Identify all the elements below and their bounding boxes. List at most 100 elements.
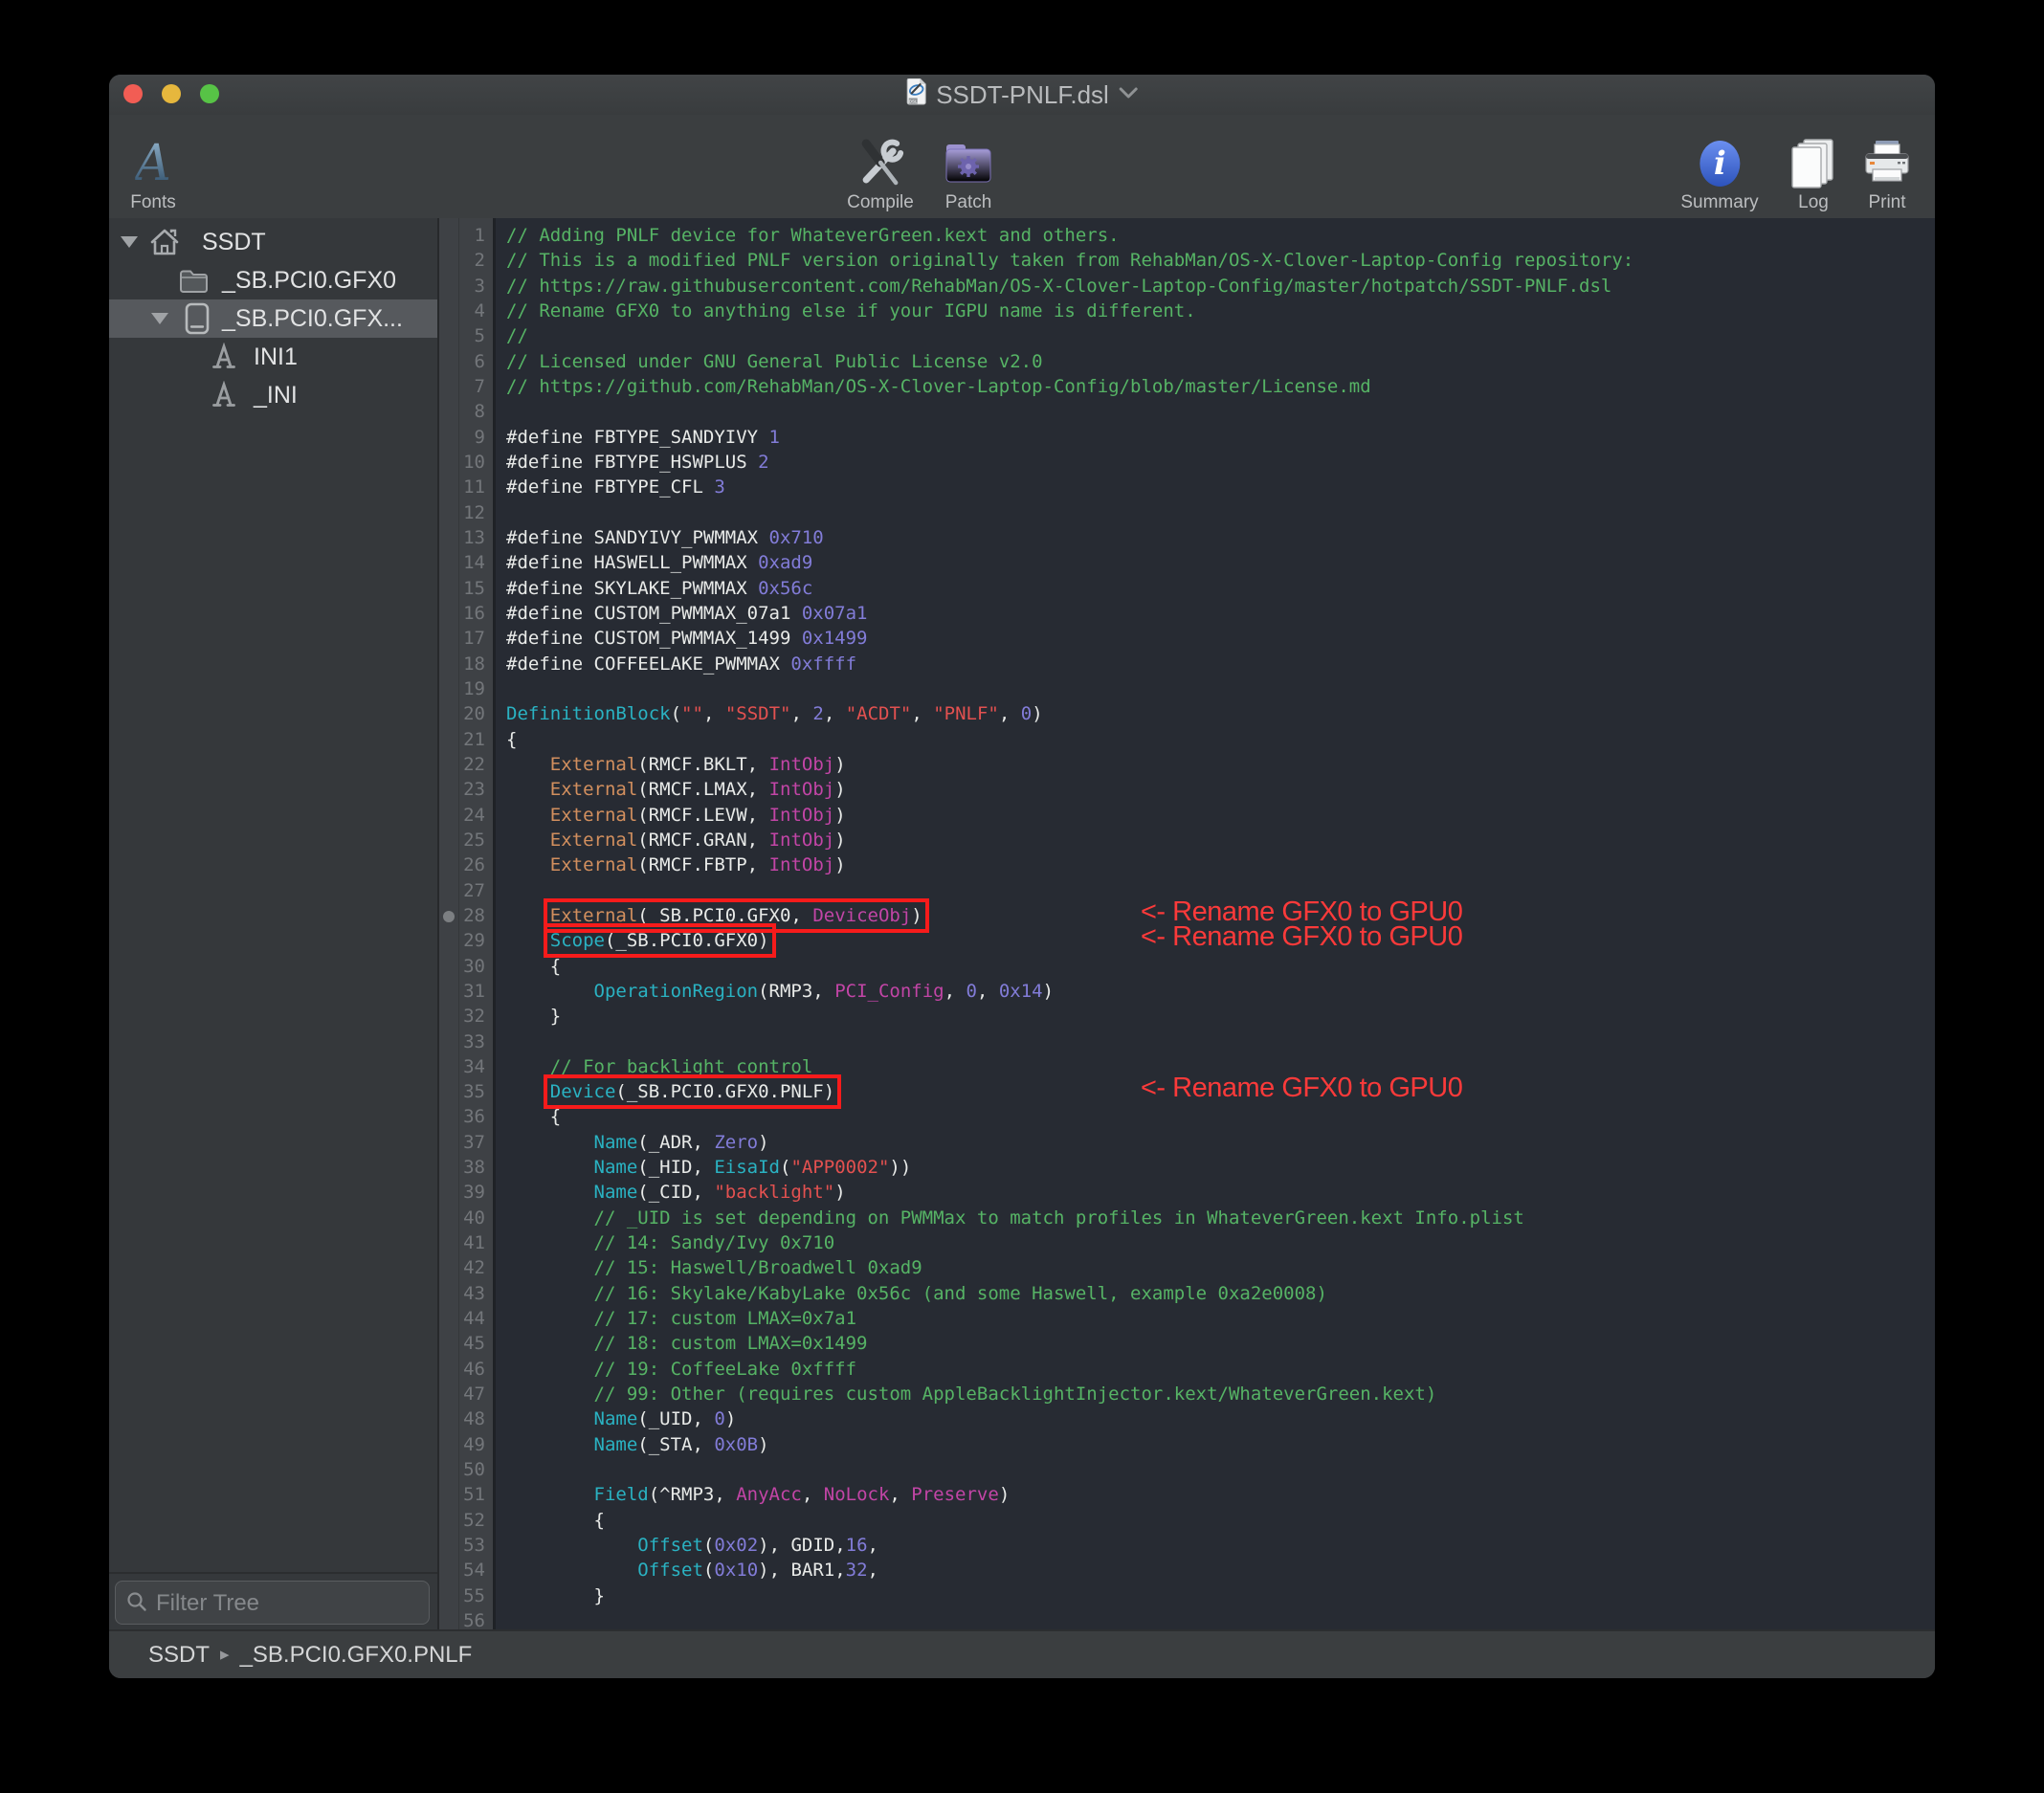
line-content[interactable]: External(RMCF.LMAX, IntObj) — [485, 777, 1935, 802]
tree-row-ini[interactable]: _INI — [109, 376, 437, 414]
code-line[interactable]: 51 Field(^RMP3, AnyAcc, NoLock, Preserve… — [439, 1482, 1935, 1507]
line-content[interactable]: Scope(_SB.PCI0.GFX0)<- Rename GFX0 to GP… — [485, 928, 1935, 953]
tree-row-scope-gfx0[interactable]: _SB.PCI0.GFX0 — [109, 261, 437, 299]
code-line[interactable]: 2// This is a modified PNLF version orig… — [439, 248, 1935, 273]
code-line[interactable]: 39 Name(_CID, "backlight") — [439, 1180, 1935, 1205]
line-content[interactable]: DefinitionBlock("", "SSDT", 2, "ACDT", "… — [485, 701, 1935, 726]
tree-row-ssdt[interactable]: SSDT — [109, 223, 437, 261]
code-line[interactable]: 38 Name(_HID, EisaId("APP0002")) — [439, 1155, 1935, 1180]
line-content[interactable]: #define HASWELL_PWMMAX 0xad9 — [485, 550, 1935, 575]
line-content[interactable]: #define FBTYPE_HSWPLUS 2 — [485, 450, 1935, 475]
code-line[interactable]: 6// Licensed under GNU General Public Li… — [439, 349, 1935, 374]
line-content[interactable] — [485, 676, 1935, 701]
code-line[interactable]: 18#define COFFEELAKE_PWMMAX 0xffff — [439, 652, 1935, 676]
tree-row-ini1[interactable]: INI1 — [109, 338, 437, 376]
line-content[interactable]: Name(_ADR, Zero) — [485, 1130, 1935, 1155]
code-line[interactable]: 36 { — [439, 1104, 1935, 1129]
code-line[interactable]: 35 Device(_SB.PCI0.GFX0.PNLF)<- Rename G… — [439, 1079, 1935, 1104]
code-line[interactable]: 45 // 18: custom LMAX=0x1499 — [439, 1331, 1935, 1356]
line-content[interactable]: // — [485, 323, 1935, 348]
line-content[interactable]: // 16: Skylake/KabyLake 0x56c (and some … — [485, 1281, 1935, 1306]
code-line[interactable]: 5// — [439, 323, 1935, 348]
code-line[interactable]: 20DefinitionBlock("", "SSDT", 2, "ACDT",… — [439, 701, 1935, 726]
fonts-button[interactable]: A Fonts — [124, 115, 182, 218]
code-line[interactable]: 29 Scope(_SB.PCI0.GFX0)<- Rename GFX0 to… — [439, 928, 1935, 953]
line-content[interactable]: Name(_UID, 0) — [485, 1406, 1935, 1431]
line-content[interactable]: #define SANDYIVY_PWMMAX 0x710 — [485, 525, 1935, 550]
code-line[interactable]: 56 — [439, 1608, 1935, 1631]
print-button[interactable]: Print — [1856, 115, 1918, 218]
code-line[interactable]: 24 External(RMCF.LEVW, IntObj) — [439, 803, 1935, 828]
code-line[interactable]: 21{ — [439, 727, 1935, 752]
filter-tree-input[interactable] — [154, 1582, 423, 1626]
code-line[interactable]: 10#define FBTYPE_HSWPLUS 2 — [439, 450, 1935, 475]
line-content[interactable]: #define CUSTOM_PWMMAX_07a1 0x07a1 — [485, 601, 1935, 626]
line-content[interactable]: // 18: custom LMAX=0x1499 — [485, 1331, 1935, 1356]
line-content[interactable]: // 15: Haswell/Broadwell 0xad9 — [485, 1255, 1935, 1280]
code-line[interactable]: 19 — [439, 676, 1935, 701]
line-content[interactable] — [485, 399, 1935, 424]
code-line[interactable]: 50 — [439, 1457, 1935, 1482]
line-content[interactable]: Offset(0x10), BAR1,32, — [485, 1558, 1935, 1583]
code-line[interactable]: 37 Name(_ADR, Zero) — [439, 1130, 1935, 1155]
line-content[interactable]: #define SKYLAKE_PWMMAX 0x56c — [485, 576, 1935, 601]
line-content[interactable] — [485, 1029, 1935, 1054]
code-editor[interactable]: 1// Adding PNLF device for WhateverGreen… — [439, 218, 1935, 1631]
code-line[interactable]: 54 Offset(0x10), BAR1,32, — [439, 1558, 1935, 1583]
line-content[interactable]: // 17: custom LMAX=0x7a1 — [485, 1306, 1935, 1331]
line-content[interactable]: { — [485, 727, 1935, 752]
zoom-button[interactable] — [200, 84, 219, 103]
code-line[interactable]: 15#define SKYLAKE_PWMMAX 0x56c — [439, 576, 1935, 601]
line-content[interactable]: // Rename GFX0 to anything else if your … — [485, 299, 1935, 323]
code-line[interactable]: 4// Rename GFX0 to anything else if your… — [439, 299, 1935, 323]
line-content[interactable]: // Adding PNLF device for WhateverGreen.… — [485, 223, 1935, 248]
patch-button[interactable]: Patch — [938, 115, 999, 218]
code-line[interactable]: 1// Adding PNLF device for WhateverGreen… — [439, 223, 1935, 248]
line-content[interactable]: External(RMCF.GRAN, IntObj) — [485, 828, 1935, 852]
code-line[interactable]: 16#define CUSTOM_PWMMAX_07a1 0x07a1 — [439, 601, 1935, 626]
code-line[interactable]: 43 // 16: Skylake/KabyLake 0x56c (and so… — [439, 1281, 1935, 1306]
code-line[interactable]: 48 Name(_UID, 0) — [439, 1406, 1935, 1431]
line-content[interactable]: // Licensed under GNU General Public Lic… — [485, 349, 1935, 374]
line-content[interactable]: // This is a modified PNLF version origi… — [485, 248, 1935, 273]
line-content[interactable]: Field(^RMP3, AnyAcc, NoLock, Preserve) — [485, 1482, 1935, 1507]
disclosure-triangle-icon[interactable] — [151, 313, 168, 324]
line-content[interactable]: External(RMCF.FBTP, IntObj) — [485, 852, 1935, 877]
code-line[interactable]: 41 // 14: Sandy/Ivy 0x710 — [439, 1230, 1935, 1255]
line-content[interactable]: Offset(0x02), GDID,16, — [485, 1533, 1935, 1558]
code-line[interactable]: 42 // 15: Haswell/Broadwell 0xad9 — [439, 1255, 1935, 1280]
code-line[interactable]: 49 Name(_STA, 0x0B) — [439, 1432, 1935, 1457]
code-line[interactable]: 26 External(RMCF.FBTP, IntObj) — [439, 852, 1935, 877]
line-content[interactable]: // 19: CoffeeLake 0xffff — [485, 1357, 1935, 1382]
line-content[interactable]: Name(_CID, "backlight") — [485, 1180, 1935, 1205]
breadcrumb-current[interactable]: _SB.PCI0.GFX0.PNLF — [240, 1642, 473, 1669]
line-content[interactable]: { — [485, 1508, 1935, 1533]
code-line[interactable]: 23 External(RMCF.LMAX, IntObj) — [439, 777, 1935, 802]
line-content[interactable]: // https://raw.githubusercontent.com/Reh… — [485, 274, 1935, 299]
code-line[interactable]: 13#define SANDYIVY_PWMMAX 0x710 — [439, 525, 1935, 550]
line-content[interactable] — [485, 1608, 1935, 1631]
code-line[interactable]: 32 } — [439, 1004, 1935, 1029]
code-line[interactable]: 12 — [439, 500, 1935, 525]
compile-button[interactable]: Compile — [841, 115, 920, 218]
summary-button[interactable]: i Summary — [1675, 115, 1764, 218]
line-content[interactable]: External(RMCF.LEVW, IntObj) — [485, 803, 1935, 828]
line-content[interactable]: } — [485, 1004, 1935, 1029]
close-button[interactable] — [123, 84, 143, 103]
line-content[interactable]: { — [485, 954, 1935, 979]
code-line[interactable]: 3// https://raw.githubusercontent.com/Re… — [439, 274, 1935, 299]
line-content[interactable]: OperationRegion(RMP3, PCI_Config, 0, 0x1… — [485, 979, 1935, 1004]
code-line[interactable]: 31 OperationRegion(RMP3, PCI_Config, 0, … — [439, 979, 1935, 1004]
disclosure-triangle-icon[interactable] — [121, 236, 138, 248]
line-content[interactable]: #define FBTYPE_SANDYIVY 1 — [485, 425, 1935, 450]
line-content[interactable]: // https://github.com/RehabMan/OS-X-Clov… — [485, 374, 1935, 399]
chevron-down-icon[interactable] — [1119, 86, 1138, 103]
line-content[interactable] — [485, 500, 1935, 525]
line-content[interactable]: #define FBTYPE_CFL 3 — [485, 475, 1935, 499]
code-line[interactable]: 25 External(RMCF.GRAN, IntObj) — [439, 828, 1935, 852]
code-line[interactable]: 33 — [439, 1029, 1935, 1054]
code-line[interactable]: 55 } — [439, 1583, 1935, 1608]
line-content[interactable]: Device(_SB.PCI0.GFX0.PNLF)<- Rename GFX0… — [485, 1079, 1935, 1104]
code-line[interactable]: 46 // 19: CoffeeLake 0xffff — [439, 1357, 1935, 1382]
code-line[interactable]: 22 External(RMCF.BKLT, IntObj) — [439, 752, 1935, 777]
